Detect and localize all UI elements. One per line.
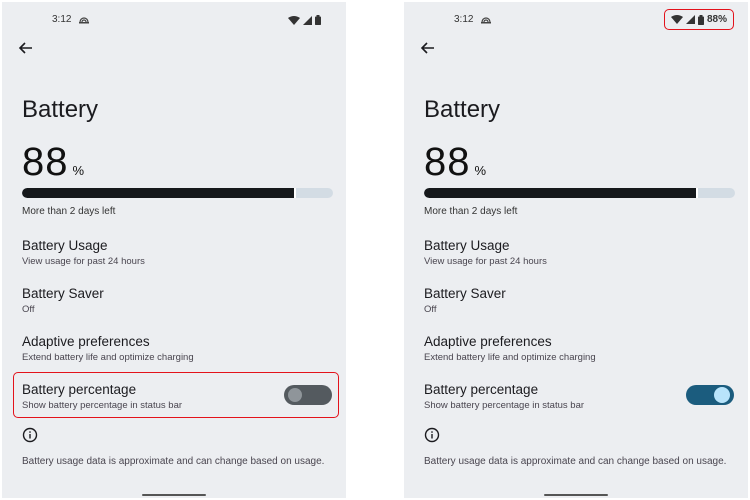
status-time: 3:12 bbox=[52, 14, 72, 25]
setting-title: Battery Usage bbox=[22, 238, 108, 253]
battery-level: 88 % bbox=[22, 142, 84, 182]
battery-level-fill bbox=[22, 188, 296, 198]
setting-title: Adaptive preferences bbox=[22, 334, 150, 349]
wifi-icon bbox=[288, 15, 300, 25]
setting-title: Adaptive preferences bbox=[424, 334, 552, 349]
cast-icon bbox=[79, 17, 89, 24]
info-icon bbox=[22, 427, 38, 443]
battery-percentage-toggle[interactable] bbox=[284, 385, 332, 405]
setting-battery-usage[interactable]: Battery Usage View usage for past 24 hou… bbox=[22, 238, 332, 268]
phone-screen-after: 3:12 88% Battery 88 % More than 2 days l… bbox=[404, 2, 748, 498]
footer-note: Battery usage data is approximate and ca… bbox=[424, 456, 727, 467]
setting-subtitle: Extend battery life and optimize chargin… bbox=[22, 352, 194, 363]
setting-title: Battery Saver bbox=[22, 286, 104, 301]
status-time: 3:12 bbox=[454, 14, 474, 25]
status-battery-percent: 88% bbox=[706, 14, 727, 25]
page-title: Battery bbox=[22, 96, 99, 123]
setting-subtitle: View usage for past 24 hours bbox=[22, 256, 145, 267]
toggle-knob bbox=[714, 387, 730, 403]
battery-time-left: More than 2 days left bbox=[22, 206, 116, 217]
back-arrow-icon[interactable] bbox=[16, 38, 36, 58]
setting-adaptive-preferences[interactable]: Adaptive preferences Extend battery life… bbox=[424, 334, 734, 364]
battery-level-unit: % bbox=[72, 163, 85, 178]
setting-battery-saver[interactable]: Battery Saver Off bbox=[22, 286, 332, 316]
setting-battery-usage[interactable]: Battery Usage View usage for past 24 hou… bbox=[424, 238, 734, 268]
signal-icon bbox=[685, 15, 695, 24]
back-arrow-icon[interactable] bbox=[418, 38, 438, 58]
setting-subtitle: View usage for past 24 hours bbox=[424, 256, 547, 267]
wifi-icon bbox=[670, 15, 683, 24]
battery-level-bar bbox=[22, 188, 333, 198]
setting-subtitle: Off bbox=[424, 304, 437, 315]
battery-level: 88 % bbox=[424, 142, 486, 182]
info-icon bbox=[424, 427, 440, 443]
setting-title: Battery Saver bbox=[424, 286, 506, 301]
battery-level-unit: % bbox=[474, 163, 487, 178]
navigation-handle[interactable] bbox=[142, 494, 206, 496]
page-title: Battery bbox=[424, 96, 501, 123]
navigation-handle[interactable] bbox=[544, 494, 608, 496]
phone-screen-before: 3:12 Battery 88 % More than 2 days left … bbox=[2, 2, 346, 498]
cast-icon bbox=[481, 17, 491, 24]
setting-subtitle: Extend battery life and optimize chargin… bbox=[424, 352, 596, 363]
battery-level-value: 88 bbox=[424, 140, 471, 184]
setting-title: Battery Usage bbox=[424, 238, 510, 253]
battery-icon bbox=[697, 14, 704, 25]
status-bar: 3:12 bbox=[2, 12, 346, 28]
setting-subtitle: Off bbox=[22, 304, 35, 315]
battery-percentage-toggle[interactable] bbox=[686, 385, 734, 405]
signal-icon bbox=[303, 15, 312, 25]
battery-level-bar bbox=[424, 188, 735, 198]
battery-time-left: More than 2 days left bbox=[424, 206, 518, 217]
status-icons: 88% bbox=[663, 9, 734, 30]
setting-adaptive-preferences[interactable]: Adaptive preferences Extend battery life… bbox=[22, 334, 332, 364]
status-icons bbox=[284, 13, 328, 27]
status-bar: 3:12 88% bbox=[404, 9, 748, 30]
battery-icon bbox=[315, 15, 321, 25]
battery-level-fill bbox=[424, 188, 698, 198]
battery-level-value: 88 bbox=[22, 140, 69, 184]
setting-battery-saver[interactable]: Battery Saver Off bbox=[424, 286, 734, 316]
toggle-knob bbox=[288, 388, 302, 402]
footer-note: Battery usage data is approximate and ca… bbox=[22, 456, 325, 467]
